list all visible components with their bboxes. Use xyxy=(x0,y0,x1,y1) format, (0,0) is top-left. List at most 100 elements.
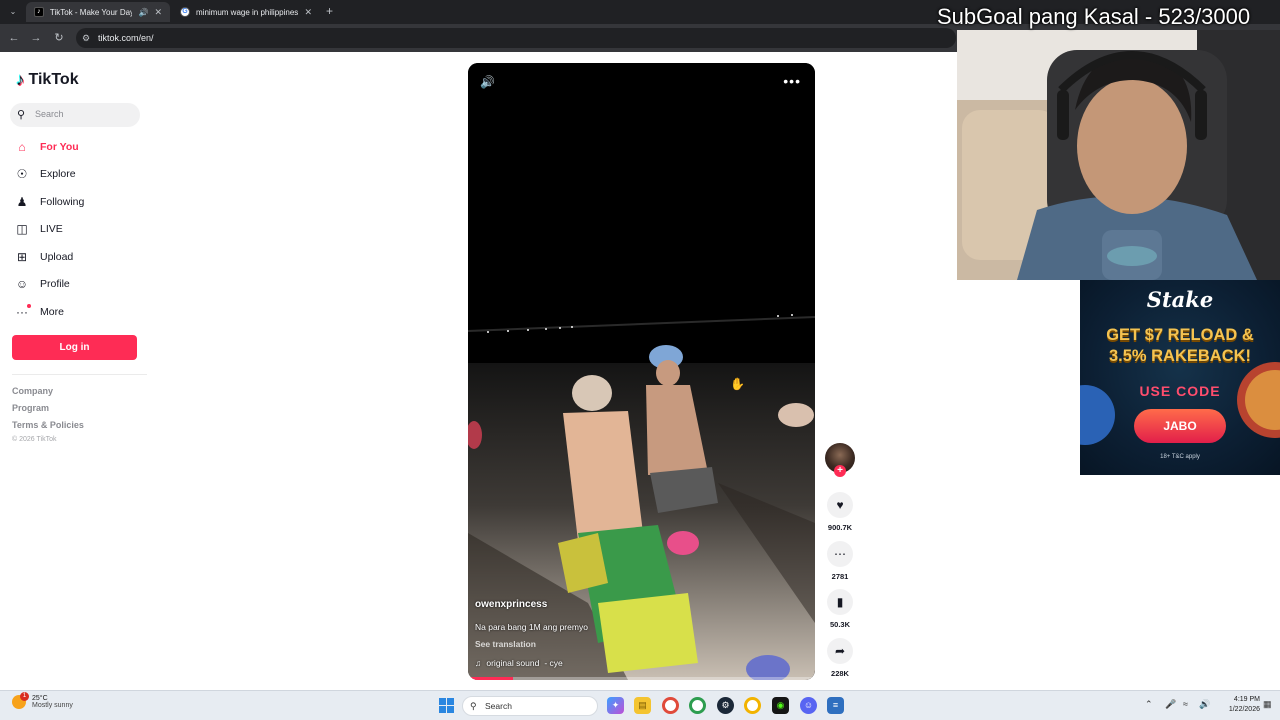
close-tab-icon[interactable]: ✕ xyxy=(304,7,312,18)
video-sound[interactable]: ♫ original sound - cye xyxy=(475,658,563,668)
tab-google-search[interactable]: G minimum wage in philippines ✕ xyxy=(172,2,320,22)
search-icon: ⚲ xyxy=(470,701,477,711)
ad-headline-line-1: GET $7 RELOAD & xyxy=(1106,326,1254,344)
search-placeholder: Search xyxy=(35,109,64,119)
file-explorer-icon[interactable]: ▤ xyxy=(634,697,651,714)
nav-label: Following xyxy=(40,196,85,208)
search-input[interactable]: ⚲ Search xyxy=(10,103,140,127)
tray-overflow-icon[interactable]: ⌃ xyxy=(1145,699,1153,710)
footer-link-terms[interactable]: Terms & Policies xyxy=(12,420,84,430)
live-icon: ◫ xyxy=(16,222,28,236)
video-player[interactable]: 🔊 ••• ✋ owenxprincess Na para bang 1M an… xyxy=(468,63,815,680)
ad-fine-print: 18+ T&C apply xyxy=(1160,454,1200,460)
google-favicon-icon: G xyxy=(180,7,190,17)
tiktok-logo[interactable]: ♪ TikTok xyxy=(16,70,79,90)
tab-search-icon[interactable]: ⌄ xyxy=(6,5,20,19)
save-action[interactable]: ▮ 50.3K xyxy=(827,589,853,629)
bookmark-icon[interactable]: ▮ xyxy=(827,589,853,615)
weather-badge: 1 xyxy=(20,692,29,701)
sound-name: original sound xyxy=(486,658,540,668)
video-progress-bar[interactable] xyxy=(468,677,815,680)
chrome-icon[interactable] xyxy=(662,697,679,714)
tiktok-logo-icon: ♪ xyxy=(16,70,25,89)
share-icon[interactable]: ➦ xyxy=(827,638,853,664)
video-caption: Na para bang 1M ang premyo xyxy=(475,622,588,632)
nav-following[interactable]: ♟ Following xyxy=(14,191,85,213)
comment-action[interactable]: ⋯ 2781 xyxy=(827,541,853,581)
tab-title: TikTok - Make Your Day xyxy=(49,7,133,17)
reload-icon[interactable]: ↻ xyxy=(52,31,66,45)
chrome-profile-icon[interactable] xyxy=(689,697,706,714)
nav-for-you[interactable]: ⌂ For You xyxy=(14,136,79,158)
screen: ⌄ ♪ TikTok - Make Your Day 🔊 ✕ G minimum… xyxy=(0,0,1280,720)
sun-icon: 1 xyxy=(12,692,29,709)
ad-headline: GET $7 RELOAD & 3.5% RAKEBACK! xyxy=(1080,325,1280,367)
new-tab-icon[interactable]: + xyxy=(326,4,333,18)
nav-profile[interactable]: ☺ Profile xyxy=(14,273,70,295)
back-icon[interactable]: ← xyxy=(7,31,21,45)
nav-explore[interactable]: ☉ Explore xyxy=(14,163,76,185)
volume-tray-icon[interactable]: 🔊 xyxy=(1199,699,1210,710)
nav-more[interactable]: ··· More xyxy=(14,301,64,323)
stake-ad-overlay: Stake GET $7 RELOAD & 3.5% RAKEBACK! USE… xyxy=(1080,280,1280,475)
sound-artist: - cye xyxy=(544,658,563,668)
windows-start-icon[interactable] xyxy=(439,698,454,713)
tab-title: minimum wage in philippines xyxy=(196,7,299,17)
notepad-icon[interactable]: ≡ xyxy=(827,697,844,714)
address-bar[interactable]: ⚙ tiktok.com/en/ xyxy=(76,28,956,48)
taskbar-search-placeholder: Search xyxy=(485,701,512,711)
follow-plus-icon[interactable]: + xyxy=(834,465,846,477)
volume-icon[interactable]: 🔊 xyxy=(480,75,495,89)
video-author[interactable]: owenxprincess xyxy=(475,599,547,610)
system-clock[interactable]: 4:19 PM 1/22/2026 xyxy=(1216,695,1260,715)
speaker-icon[interactable]: 🔊 xyxy=(138,8,148,17)
notification-icon[interactable]: ▦ xyxy=(1263,699,1272,710)
like-action[interactable]: ♥ 900.7K xyxy=(827,492,853,532)
taskbar-search[interactable]: ⚲ Search xyxy=(462,696,598,716)
nav-label: For You xyxy=(40,141,79,153)
comment-icon[interactable]: ⋯ xyxy=(827,541,853,567)
forward-icon[interactable]: → xyxy=(29,31,43,45)
like-count: 900.7K xyxy=(827,523,853,532)
chrome-alt-icon[interactable] xyxy=(744,697,761,714)
discord-icon[interactable]: ☺ xyxy=(800,697,817,714)
stake-logo: Stake xyxy=(1146,287,1214,312)
profile-icon: ☺ xyxy=(15,277,29,291)
url-text: tiktok.com/en/ xyxy=(98,33,154,43)
nav-label: More xyxy=(40,306,64,318)
ad-code-button: JABO xyxy=(1134,409,1226,443)
logo-text: TikTok xyxy=(28,71,79,88)
microphone-icon[interactable]: 🎤 xyxy=(1165,699,1176,710)
nav-label: LIVE xyxy=(40,223,63,235)
clock-date: 1/22/2026 xyxy=(1228,706,1260,713)
nav-upload[interactable]: ⊞ Upload xyxy=(14,246,73,268)
weather-widget[interactable]: 1 25°C Mostly sunny xyxy=(12,692,73,709)
kick-icon[interactable]: ◉ xyxy=(772,697,789,714)
wifi-icon[interactable]: ≈ xyxy=(1183,699,1188,709)
more-options-icon[interactable]: ••• xyxy=(783,73,801,89)
steam-icon[interactable]: ⚙ xyxy=(717,697,734,714)
creator-avatar[interactable]: + xyxy=(825,443,855,477)
tiktok-favicon-icon: ♪ xyxy=(34,7,44,17)
login-button[interactable]: Log in xyxy=(12,335,137,360)
ad-use-code: USE CODE xyxy=(1139,383,1221,399)
mouse-cursor-icon: ✋ xyxy=(730,377,745,391)
site-info-icon[interactable]: ⚙ xyxy=(82,33,92,43)
share-action[interactable]: ➦ 228K xyxy=(827,638,853,678)
streamer-webcam xyxy=(957,30,1280,280)
heart-icon[interactable]: ♥ xyxy=(827,492,853,518)
upload-icon: ⊞ xyxy=(16,250,28,264)
compass-icon: ☉ xyxy=(16,167,28,181)
weather-desc: Mostly sunny xyxy=(32,702,73,709)
share-count: 228K xyxy=(831,669,849,678)
close-tab-icon[interactable]: ✕ xyxy=(154,7,162,18)
footer-link-company[interactable]: Company xyxy=(12,386,53,396)
copilot-icon[interactable]: ✦ xyxy=(607,697,624,714)
following-icon: ♟ xyxy=(16,195,28,209)
ad-headline-line-2: 3.5% RAKEBACK! xyxy=(1108,347,1252,365)
nav-live[interactable]: ◫ LIVE xyxy=(14,218,63,240)
tab-tiktok[interactable]: ♪ TikTok - Make Your Day 🔊 ✕ xyxy=(26,2,170,22)
footer-link-program[interactable]: Program xyxy=(12,403,49,413)
see-translation-link[interactable]: See translation xyxy=(475,639,536,649)
stream-subgoal-overlay: SubGoal pang Kasal - 523/3000 xyxy=(937,4,1251,29)
